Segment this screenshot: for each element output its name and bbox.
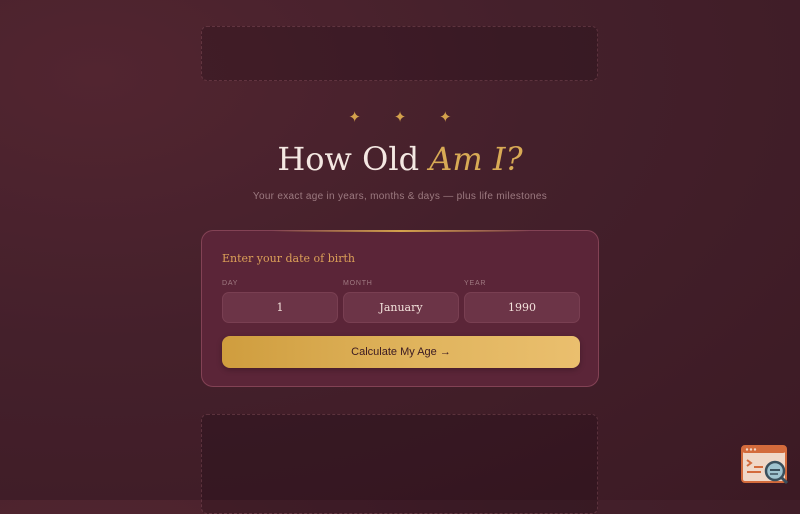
calculate-age-button[interactable]: Calculate My Age → (222, 336, 580, 368)
year-label: YEAR (464, 280, 487, 287)
month-select[interactable]: January (343, 292, 459, 323)
page-title-accent: Am I? (429, 140, 523, 178)
page-title: How Old Am I? (0, 140, 800, 178)
day-label: DAY (222, 280, 239, 287)
page-subtitle: Your exact age in years, months & days —… (252, 191, 548, 202)
form-heading: Enter your date of birth (222, 252, 356, 265)
dob-form-card: Enter your date of birth DAY MONTH YEAR … (201, 230, 599, 387)
code-search-icon[interactable] (741, 445, 789, 485)
card-accent-line (272, 230, 530, 232)
day-input[interactable]: 1 (222, 292, 338, 323)
month-label: MONTH (343, 280, 373, 287)
page-title-main: How Old (277, 140, 430, 178)
decorative-stars: ✦ ✦ ✦ (348, 108, 466, 126)
year-input[interactable]: 1990 (464, 292, 580, 323)
ad-placeholder-bottom (201, 414, 598, 514)
ad-placeholder-top (201, 26, 598, 81)
